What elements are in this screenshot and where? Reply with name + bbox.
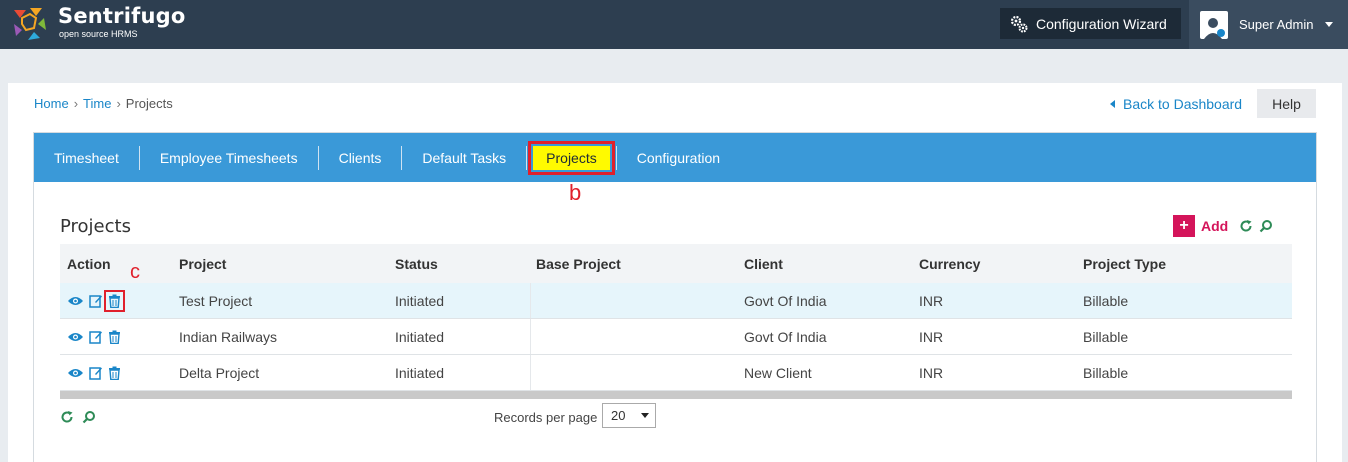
- delete-highlight: [104, 289, 125, 312]
- search-icon[interactable]: [82, 410, 96, 424]
- row-actions: [60, 289, 179, 312]
- refresh-icon[interactable]: [60, 410, 74, 424]
- trash-icon[interactable]: [108, 330, 121, 344]
- back-to-dashboard-link[interactable]: Back to Dashboard: [1110, 96, 1242, 112]
- column-project-type[interactable]: Project Type: [1083, 256, 1283, 272]
- breadcrumb-home[interactable]: Home: [34, 96, 69, 111]
- cell-project: Indian Railways: [179, 328, 278, 345]
- chevron-down-icon[interactable]: [1325, 22, 1334, 27]
- breadcrumb-separator: ›: [116, 96, 121, 111]
- app-tagline: open source HRMS: [59, 29, 138, 39]
- cell-project-type: Billable: [1083, 364, 1129, 381]
- chevron-down-icon: [641, 413, 649, 418]
- tab-projects-label: Projects: [528, 140, 615, 175]
- row-actions: [60, 366, 179, 380]
- tab-employee-timesheets[interactable]: Employee Timesheets: [140, 146, 318, 170]
- cell-currency: INR: [919, 292, 944, 309]
- sentrifugo-logo-icon[interactable]: [10, 4, 50, 44]
- cell-status: Initiated: [395, 364, 445, 381]
- breadcrumb-time[interactable]: Time: [83, 96, 111, 111]
- edit-icon[interactable]: [89, 366, 103, 380]
- configuration-wizard-label: Configuration Wizard: [1036, 15, 1167, 32]
- cell-currency: INR: [919, 328, 944, 345]
- footer-tools: [60, 410, 96, 424]
- configuration-wizard-button[interactable]: Configuration Wizard: [1000, 8, 1181, 39]
- annotation-c: c: [130, 261, 140, 283]
- records-per-page-label: Records per page: [494, 410, 598, 425]
- page-title: Projects: [60, 216, 131, 237]
- cell-project-type: Billable: [1083, 328, 1129, 345]
- search-icon[interactable]: [1259, 219, 1273, 233]
- cell-project: Test Project: [179, 292, 253, 309]
- gears-icon: [1010, 15, 1028, 32]
- trash-icon[interactable]: [108, 366, 121, 380]
- table-row: Test Project Initiated Govt Of India INR…: [60, 283, 1292, 319]
- projects-table: Action Project Status Base Project Clien…: [60, 244, 1292, 399]
- cell-base-project: [530, 283, 738, 318]
- table-row: Delta Project Initiated New Client INR B…: [60, 355, 1292, 391]
- breadcrumb-current: Projects: [125, 96, 173, 111]
- projects-panel: Timesheet Employee Timesheets Clients De…: [33, 132, 1317, 462]
- row-actions: [60, 330, 179, 344]
- cell-project-type: Billable: [1083, 292, 1129, 309]
- edit-icon[interactable]: [89, 294, 103, 308]
- tab-clients[interactable]: Clients: [319, 146, 402, 170]
- table-header: Action Project Status Base Project Clien…: [60, 244, 1292, 283]
- user-avatar-icon: [1200, 10, 1228, 39]
- records-per-page-select[interactable]: 20: [602, 403, 656, 428]
- column-project[interactable]: Project: [179, 256, 395, 272]
- cell-project: Delta Project: [179, 364, 260, 381]
- trash-icon[interactable]: [108, 294, 121, 308]
- cell-currency: INR: [919, 364, 944, 381]
- refresh-icon[interactable]: [1239, 219, 1253, 233]
- help-button[interactable]: Help: [1257, 89, 1316, 118]
- cell-client: Govt Of India: [744, 328, 827, 345]
- column-status[interactable]: Status: [395, 256, 530, 272]
- user-menu[interactable]: Super Admin: [1189, 0, 1348, 49]
- cell-base-project: [530, 319, 738, 354]
- cell-client: New Client: [744, 364, 812, 381]
- add-project-button[interactable]: + Add: [1173, 215, 1228, 237]
- back-arrow-icon: [1110, 100, 1115, 108]
- column-client[interactable]: Client: [738, 256, 919, 272]
- tab-projects[interactable]: Projects: [527, 140, 616, 175]
- plus-icon: +: [1173, 215, 1195, 237]
- top-bar: Sentrifugo open source HRMS Configuratio…: [0, 0, 1348, 49]
- breadcrumb: Home › Time › Projects: [34, 96, 173, 111]
- table-row: Indian Railways Initiated Govt Of India …: [60, 319, 1292, 355]
- cell-status: Initiated: [395, 328, 445, 345]
- edit-icon[interactable]: [89, 330, 103, 344]
- content-card: Home › Time › Projects Back to Dashboard Hel…: [8, 83, 1342, 462]
- back-to-dashboard-label: Back to Dashboard: [1123, 96, 1243, 112]
- cell-status: Initiated: [395, 292, 445, 309]
- view-eye-icon[interactable]: [67, 367, 84, 379]
- view-eye-icon[interactable]: [67, 331, 84, 343]
- app-name: Sentrifugo: [58, 4, 186, 28]
- module-tabs: Timesheet Employee Timesheets Clients De…: [34, 133, 1316, 182]
- user-name: Super Admin: [1239, 17, 1314, 32]
- cell-client: Govt Of India: [744, 292, 827, 309]
- column-currency[interactable]: Currency: [919, 256, 1083, 272]
- tab-default-tasks[interactable]: Default Tasks: [402, 146, 526, 170]
- table-tools: [1239, 219, 1273, 233]
- breadcrumb-separator: ›: [73, 96, 79, 111]
- cell-base-project: [530, 355, 738, 390]
- column-action: Action: [67, 255, 111, 272]
- horizontal-scrollbar[interactable]: [60, 391, 1292, 399]
- view-eye-icon[interactable]: [67, 295, 84, 307]
- annotation-b: b: [569, 180, 582, 205]
- tab-timesheet[interactable]: Timesheet: [34, 146, 139, 170]
- records-per-page-value: 20: [611, 408, 626, 423]
- tab-configuration[interactable]: Configuration: [617, 146, 740, 170]
- add-label: Add: [1201, 218, 1229, 234]
- column-base-project[interactable]: Base Project: [530, 244, 738, 283]
